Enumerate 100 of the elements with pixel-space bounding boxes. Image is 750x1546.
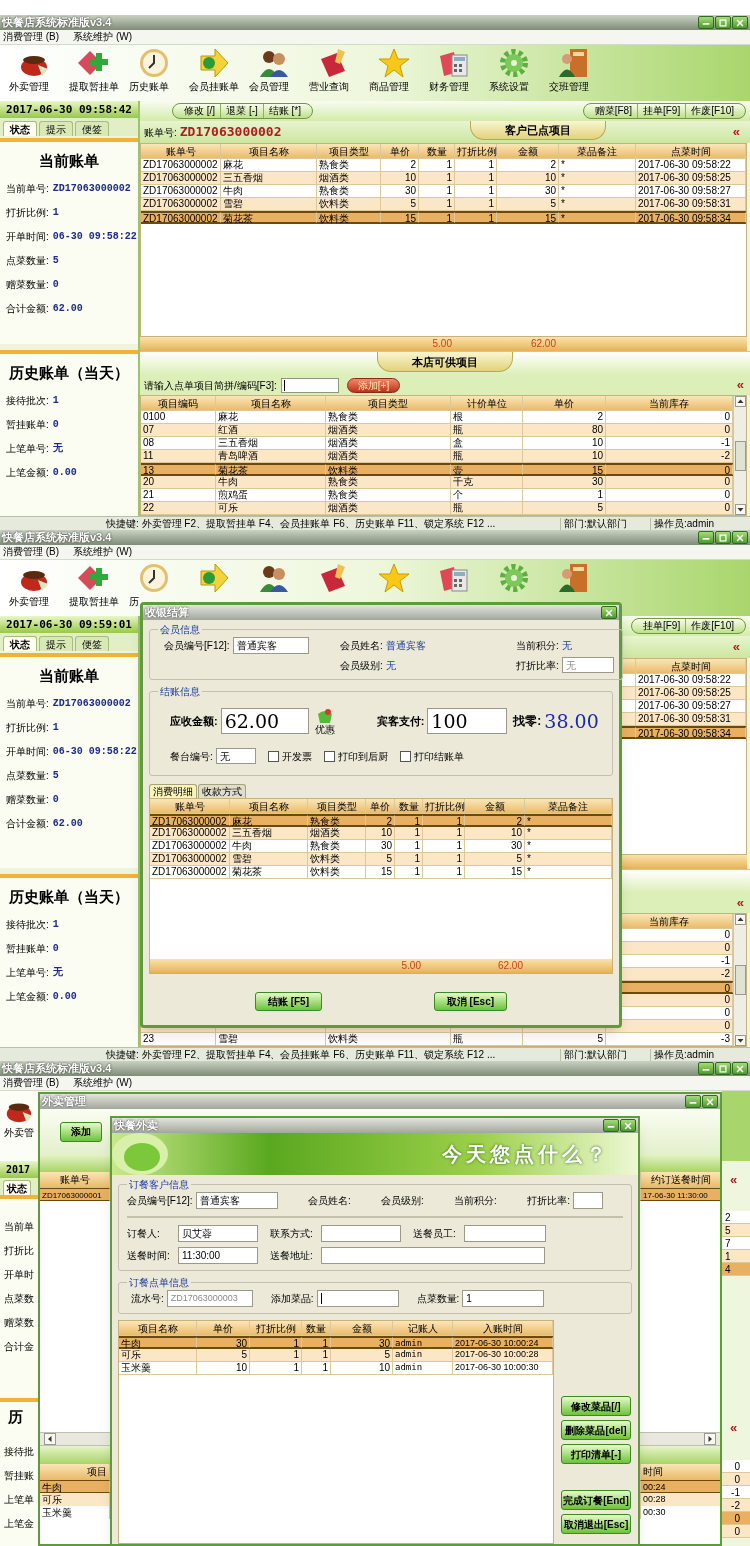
action-button[interactable]: 修改 [/] (179, 104, 221, 118)
collapse-button[interactable]: « (732, 125, 746, 139)
toolbar-button[interactable]: 提取暂挂单 (64, 47, 124, 93)
collapse-button[interactable]: « (732, 640, 746, 654)
dialog-button[interactable]: 完成订餐[End] (561, 1490, 631, 1510)
scroll-thumb[interactable] (734, 440, 746, 471)
toolbar-button[interactable]: 财务管理 (424, 47, 484, 93)
toolbar-button[interactable]: 交班管理 (544, 47, 604, 93)
dialog-button[interactable]: 删除菜品[del] (561, 1420, 631, 1440)
dialog-button[interactable]: 打印清单[-] (561, 1444, 631, 1464)
table-row[interactable]: ZD17063000002 三五香烟 烟酒类 10 1 1 10 * 2017-06-30 09:58:25 (141, 172, 746, 185)
toolbar-button[interactable]: 历史账单 (124, 47, 184, 93)
minimize-button[interactable] (698, 1062, 714, 1075)
menu-item[interactable]: 系统维护 (W) (73, 1077, 132, 1089)
toolbar-button[interactable]: 外卖管理 (4, 47, 64, 93)
action-button[interactable]: 结账 [*] (262, 104, 307, 118)
toolbar-button[interactable]: 会员挂账单 (184, 47, 244, 93)
table-row[interactable]: 07 红酒 烟酒类 瓶 80 0 (141, 424, 733, 437)
table-row[interactable]: ZD17063000002 菊花茶 饮料类 15 1 1 15 * 2017-06-30 09:58:34 (141, 211, 746, 224)
input-field[interactable] (321, 1225, 401, 1242)
input-field[interactable]: 1 (462, 1290, 545, 1307)
toolbar-button[interactable]: 提取暂挂单 (64, 562, 124, 608)
close-button[interactable] (620, 1119, 636, 1132)
table-row[interactable]: 玉米羹 10 1 1 10 admin 2017-06-30 10:00:30 (119, 1362, 553, 1375)
table-row[interactable]: ZD17063000002 牛肉 熟食类 30 1 1 30 * 2017-06-30 09:58:27 (141, 185, 746, 198)
dialog-button[interactable]: 结账 [F5] (254, 992, 322, 1011)
search-field[interactable] (280, 377, 339, 393)
scrollbar[interactable] (733, 914, 746, 1046)
discount-button[interactable]: 优惠 (314, 707, 335, 735)
minimize-button[interactable] (698, 16, 714, 29)
table-row[interactable]: ZD17063000002 菊花茶 饮料类 15 1 1 15 * (150, 866, 612, 879)
table-row[interactable]: 牛肉 30 1 1 30 admin 2017-06-30 10:00:24 (119, 1336, 553, 1349)
close-button[interactable] (702, 1095, 718, 1108)
toolbar-button[interactable]: 系统设置 (484, 47, 544, 93)
maximize-button[interactable] (715, 1062, 731, 1075)
action-button[interactable]: 挂单[F9] (637, 619, 686, 633)
minimize-button[interactable] (603, 1119, 619, 1132)
table-row[interactable]: ZD17063000002 三五香烟 烟酒类 10 1 1 10 * (150, 827, 612, 840)
toolbar-button[interactable]: 商品管理 (364, 47, 424, 93)
tab[interactable]: 消费明细 (149, 784, 197, 798)
tab[interactable]: 状态 (3, 636, 37, 651)
tab[interactable]: 收款方式 (198, 784, 246, 798)
maximize-button[interactable] (715, 16, 731, 29)
action-button[interactable]: 退菜 [-] (220, 104, 263, 118)
input-field[interactable]: 无 (215, 748, 256, 764)
table-row[interactable]: 11 青岛啤酒 烟酒类 瓶 10 -2 (141, 450, 733, 463)
tab[interactable]: 提示 (39, 121, 73, 136)
close-button[interactable] (732, 531, 748, 544)
toolbar-button[interactable]: 营业查询 (304, 47, 364, 93)
action-button[interactable]: 作废[F10] (685, 104, 739, 118)
checkbox[interactable]: 开发票 (267, 748, 312, 764)
menu-item[interactable]: 消费管理 (B) (3, 546, 60, 558)
input-field[interactable] (572, 1192, 603, 1209)
table-row[interactable]: 22 可乐 烟酒类 瓶 5 0 (141, 502, 733, 515)
dialog-button[interactable]: 修改菜品[/] (561, 1396, 631, 1416)
toolbar-button[interactable]: 外卖管理 (4, 562, 64, 608)
checkbox[interactable]: 打印结账单 (399, 748, 464, 764)
table-row[interactable]: 0100 麻花 熟食类 根 2 0 (141, 411, 733, 424)
action-button[interactable]: 作废[F10] (685, 619, 739, 633)
minimize-button[interactable] (698, 531, 714, 544)
close-button[interactable] (732, 16, 748, 29)
table-row[interactable]: ZD17063000002 雪碧 饮料类 5 1 1 5 * 2017-06-30 09:58:31 (141, 198, 746, 211)
table-row[interactable]: ZD17063000002 雪碧 饮料类 5 1 1 5 * (150, 853, 612, 866)
collapse-button[interactable]: « (736, 378, 746, 392)
tab[interactable]: 状态 (3, 1180, 31, 1195)
action-button[interactable]: 挂单[F9] (636, 104, 686, 118)
close-button[interactable] (732, 1062, 748, 1075)
maximize-button[interactable] (715, 531, 731, 544)
input-field[interactable]: 贝艾蓉 (178, 1225, 258, 1242)
add-button[interactable]: 添加 (60, 1121, 102, 1142)
table-row[interactable]: 20 牛肉 熟食类 千克 30 0 (141, 476, 733, 489)
scrollbar[interactable] (733, 396, 746, 515)
dialog-button[interactable]: 取消 [Esc] (433, 992, 508, 1011)
menu-item[interactable]: 消费管理 (B) (3, 31, 60, 43)
table-row[interactable]: 21 煎鸡蛋 熟食类 个 1 0 (141, 489, 733, 502)
close-button[interactable] (601, 606, 617, 619)
scroll-thumb[interactable] (734, 965, 746, 995)
table-row[interactable]: ZD17063000002 麻花 熟食类 2 1 1 2 * (150, 814, 612, 827)
table-row[interactable]: 可乐 5 1 1 5 admin 2017-06-30 10:00:28 (119, 1349, 553, 1362)
tab[interactable]: 便签 (75, 121, 109, 136)
table-row[interactable]: 13 菊花茶 饮料类 壶 15 0 (141, 463, 733, 476)
menu-item[interactable]: 系统维护 (W) (73, 546, 132, 558)
input-field[interactable] (316, 1290, 399, 1307)
input-field[interactable]: 62.00 (220, 708, 309, 734)
input-field[interactable]: 普通宾客 (195, 1192, 278, 1209)
table-row[interactable]: 23 雪碧 饮料类 瓶 5 -3 (141, 1033, 733, 1046)
toolbar-button[interactable]: 会员管理 (244, 47, 304, 93)
table-row[interactable]: 08 三五香烟 烟酒类 盒 10 -1 (141, 437, 733, 450)
table-row[interactable]: ZD17063000002 牛肉 熟食类 30 1 1 30 * (150, 840, 612, 853)
checkbox[interactable]: 打印到后厨 (323, 748, 388, 764)
menu-item[interactable]: 系统维护 (W) (73, 31, 132, 43)
action-button[interactable]: 赠菜[F8] (589, 104, 637, 118)
tab[interactable]: 状态 (3, 121, 37, 136)
collapse-button[interactable]: « (722, 1421, 750, 1435)
table-row[interactable]: ZD17063000002 麻花 熟食类 2 1 1 2 * 2017-06-30 09:58:22 (141, 159, 746, 172)
input-field[interactable]: 11:30:00 (178, 1247, 258, 1264)
collapse-button[interactable]: « (736, 896, 746, 910)
tab[interactable]: 提示 (39, 636, 73, 651)
tab[interactable]: 便签 (75, 636, 109, 651)
input-field[interactable] (321, 1247, 545, 1264)
